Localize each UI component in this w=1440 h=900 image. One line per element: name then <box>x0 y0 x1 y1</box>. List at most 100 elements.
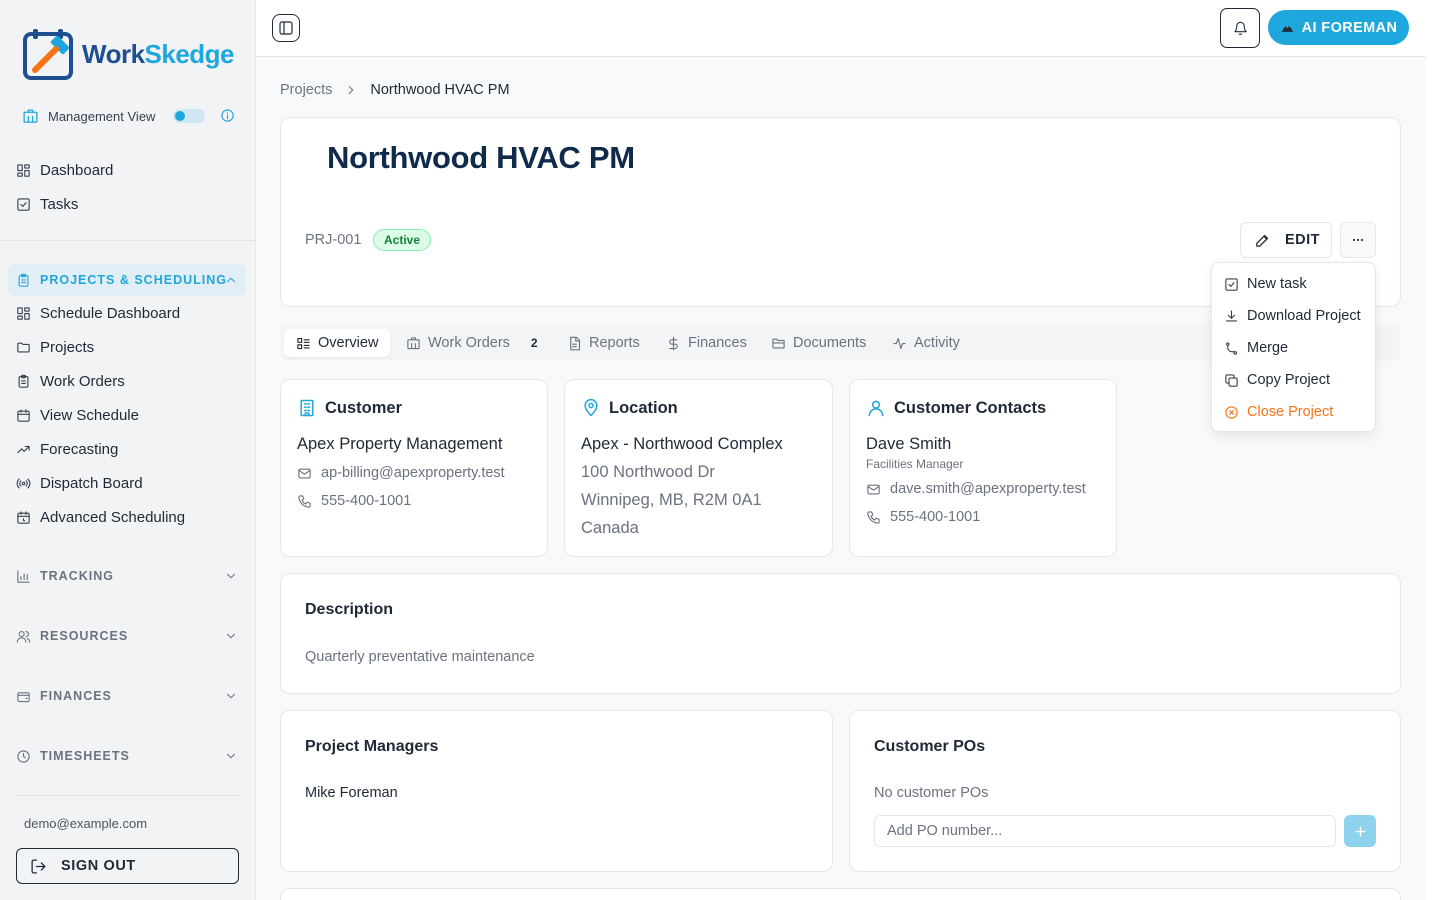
log-out-icon <box>31 858 46 874</box>
hard-hat-icon <box>1281 25 1293 32</box>
tab-finances[interactable]: Finances <box>654 329 759 357</box>
section-tracking[interactable]: TRACKING <box>8 560 246 592</box>
sidebar-item-tasks[interactable]: Tasks <box>16 192 78 216</box>
customer-phone-row[interactable]: 555-400-1001 <box>297 493 411 509</box>
contact-phone: 555-400-1001 <box>890 509 981 525</box>
customer-email: ap-billing@apexproperty.test <box>321 465 505 481</box>
menu-item-merge[interactable]: Merge <box>1224 336 1288 360</box>
sidebar-item-schedule-dashboard[interactable]: Schedule Dashboard <box>16 301 180 325</box>
next-card <box>280 888 1401 900</box>
work-orders-count: 2 <box>530 336 538 350</box>
card-title-text: Customer <box>325 398 403 417</box>
location-address-line3: Canada <box>581 519 639 537</box>
section-resources[interactable]: RESOURCES <box>8 620 246 652</box>
menu-item-close-project[interactable]: Close Project <box>1224 400 1333 424</box>
card-title-text: Location <box>609 398 678 417</box>
customer-card: Customer Apex Property Management ap-bil… <box>280 379 548 557</box>
add-po-button[interactable] <box>1344 815 1376 847</box>
location-card: Location Apex - Northwood Complex 100 No… <box>564 379 833 557</box>
more-actions-button[interactable] <box>1340 222 1376 258</box>
chevron-down-icon <box>226 573 236 579</box>
chevron-down-icon <box>226 693 236 699</box>
clipboard-icon <box>18 374 29 388</box>
po-number-input[interactable] <box>874 815 1336 847</box>
users-icon <box>16 630 31 643</box>
location-name: Apex - Northwood Complex <box>581 435 783 453</box>
sidebar-item-label: Forecasting <box>40 440 119 458</box>
logo-hammer-icon <box>23 29 73 80</box>
tab-label: Reports <box>589 335 640 351</box>
sidebar-item-forecasting[interactable]: Forecasting <box>16 437 118 461</box>
sidebar-item-dashboard[interactable]: Dashboard <box>16 158 113 182</box>
tab-label: Documents <box>793 335 867 351</box>
menu-item-new-task[interactable]: New task <box>1224 272 1307 296</box>
plus-icon <box>1354 825 1366 837</box>
contact-phone-row[interactable]: 555-400-1001 <box>866 509 980 525</box>
sidebar: WorkSkedge Management View Dashboard Tas… <box>0 0 256 900</box>
customer-pos-empty: No customer POs <box>874 785 989 801</box>
customer-pos-card: Customer POs No customer POs <box>849 710 1401 872</box>
chevron-down-icon <box>226 633 236 639</box>
toggle-sidebar-button[interactable] <box>272 14 300 42</box>
checkbox-icon <box>17 197 30 211</box>
logo-wordmark: WorkSkedge <box>82 38 235 69</box>
sidebar-item-projects[interactable]: Projects <box>16 335 94 359</box>
sidebar-item-work-orders[interactable]: Work Orders <box>16 369 125 393</box>
notifications-button[interactable] <box>1220 8 1260 48</box>
sidebar-panel-icon <box>279 21 293 35</box>
sign-out-button[interactable]: SIGN OUT <box>16 848 239 884</box>
menu-item-label: Merge <box>1247 340 1289 356</box>
tab-work-orders[interactable]: Work Orders 2 <box>394 329 550 357</box>
scrollbar-track[interactable] <box>1426 0 1440 900</box>
menu-item-label: Copy Project <box>1247 372 1331 388</box>
management-view-label: Management View <box>48 108 156 124</box>
pencil-icon <box>1256 234 1269 247</box>
description-title: Description <box>305 601 394 618</box>
sidebar-item-label: Projects <box>40 338 95 356</box>
chevron-up-icon <box>226 277 236 283</box>
list-icon <box>297 337 310 349</box>
tab-reports[interactable]: Reports <box>555 329 652 357</box>
tab-activity[interactable]: Activity <box>880 329 972 357</box>
building-icon <box>23 108 38 123</box>
info-icon[interactable] <box>220 108 235 123</box>
worksked-logo[interactable]: WorkSkedge <box>22 26 235 82</box>
ai-foreman-button[interactable]: AI FOREMAN <box>1268 10 1409 45</box>
location-card-title: Location <box>581 398 678 418</box>
tab-label: Overview <box>318 335 379 351</box>
phone-icon <box>298 494 311 508</box>
location-address-line2: Winnipeg, MB, R2M 0A1 <box>581 491 762 509</box>
checkbox-icon <box>1225 277 1238 291</box>
calendar-clock-icon <box>17 510 30 524</box>
copy-icon <box>1225 373 1238 387</box>
sidebar-item-dispatch-board[interactable]: Dispatch Board <box>16 471 143 495</box>
mail-icon <box>867 484 880 494</box>
management-view-toggle[interactable] <box>173 109 205 123</box>
project-managers-card: Project Managers Mike Foreman <box>280 710 833 872</box>
tab-overview[interactable]: Overview <box>284 329 391 357</box>
tab-documents[interactable]: Documents <box>759 329 878 357</box>
customer-email-row[interactable]: ap-billing@apexproperty.test <box>297 465 505 481</box>
customer-name[interactable]: Apex Property Management <box>297 435 502 454</box>
section-timesheets[interactable]: TIMESHEETS <box>8 740 246 772</box>
project-actions-menu: New task Download Project Merge Copy Pro… <box>1211 262 1376 432</box>
sidebar-item-label: Advanced Scheduling <box>40 508 186 526</box>
contact-email-row[interactable]: dave.smith@apexproperty.test <box>866 481 1086 497</box>
breadcrumb-projects-link[interactable]: Projects <box>280 82 332 98</box>
section-finances[interactable]: FINANCES <box>8 680 246 712</box>
section-projects-scheduling[interactable]: PROJECTS & SCHEDULING <box>8 264 246 296</box>
sidebar-item-label: View Schedule <box>40 406 139 424</box>
management-view-row: Management View <box>22 106 238 126</box>
sign-out-label: SIGN OUT <box>61 858 136 874</box>
menu-item-copy-project[interactable]: Copy Project <box>1224 368 1330 392</box>
grid-icon <box>17 306 30 320</box>
clipboard-icon <box>18 273 29 287</box>
menu-item-label: New task <box>1247 276 1307 292</box>
sidebar-item-advanced-scheduling[interactable]: Advanced Scheduling <box>16 505 185 529</box>
edit-button[interactable]: EDIT <box>1240 222 1332 258</box>
sidebar-item-view-schedule[interactable]: View Schedule <box>16 403 139 427</box>
section-title: RESOURCES <box>40 629 129 643</box>
menu-item-download-project[interactable]: Download Project <box>1224 304 1361 328</box>
customer-contacts-card: Customer Contacts Dave Smith Facilities … <box>849 379 1117 557</box>
building-icon <box>407 336 420 349</box>
